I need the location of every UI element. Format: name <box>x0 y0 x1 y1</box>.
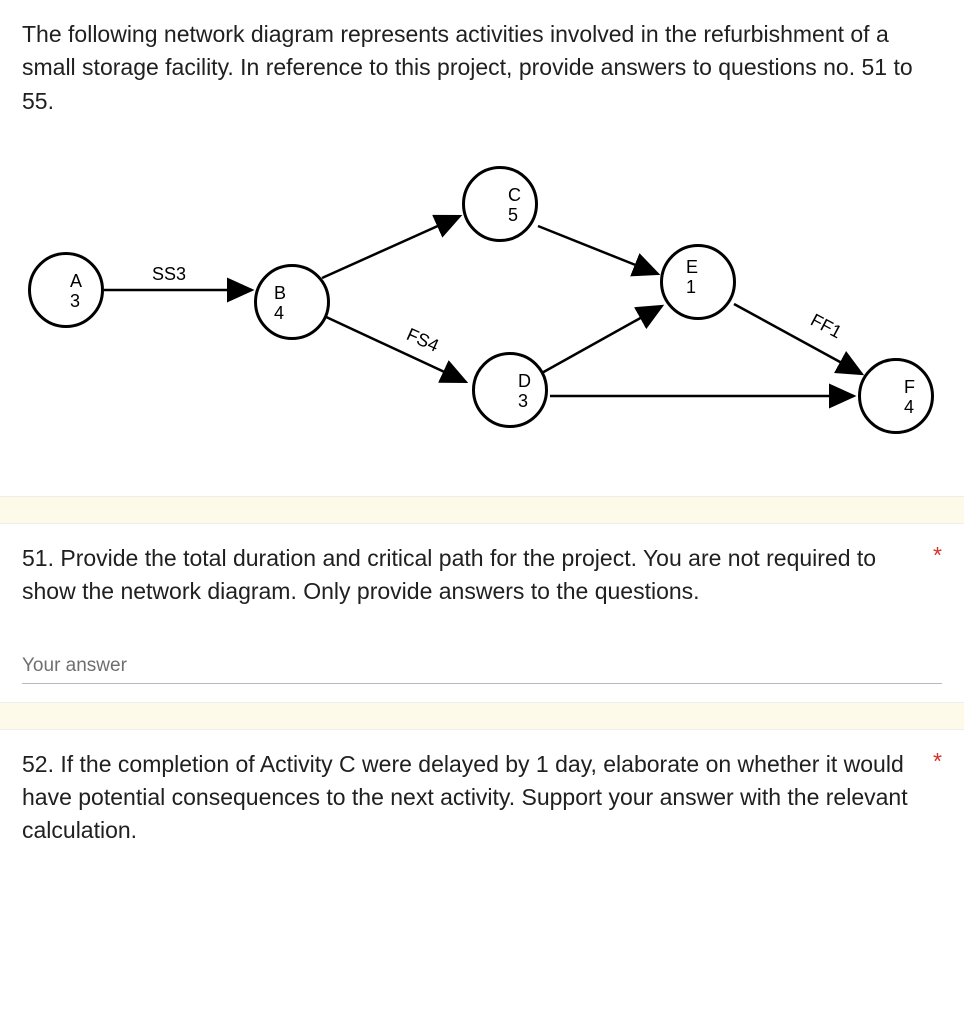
answer-field-q51 <box>22 649 942 684</box>
node-e-letter: E <box>686 258 698 278</box>
node-f-label: F 4 <box>904 378 915 418</box>
required-indicator: * <box>933 748 942 775</box>
node-e-label: E 1 <box>686 258 698 298</box>
answer-input-q51[interactable] <box>22 649 942 684</box>
node-d-duration: 3 <box>518 392 531 412</box>
section-divider <box>0 702 964 730</box>
node-a <box>28 252 104 328</box>
question-51-section: 51. Provide the total duration and criti… <box>0 524 964 702</box>
node-f <box>858 358 934 434</box>
network-diagram: A 3 B 4 C 5 D 3 E 1 F 4 <box>22 156 942 456</box>
node-b-duration: 4 <box>274 304 286 324</box>
question-52-text: 52. If the completion of Activity C were… <box>22 751 908 844</box>
node-b <box>254 264 330 340</box>
node-d-letter: D <box>518 372 531 392</box>
section-divider <box>0 496 964 524</box>
question-52-section: 52. If the completion of Activity C were… <box>0 730 964 866</box>
node-a-label: A 3 <box>70 272 82 312</box>
node-b-label: B 4 <box>274 284 286 324</box>
node-d <box>472 352 548 428</box>
node-a-letter: A <box>70 272 82 292</box>
node-c-letter: C <box>508 186 521 206</box>
node-a-duration: 3 <box>70 292 82 312</box>
node-c-duration: 5 <box>508 206 521 226</box>
network-diagram-container: A 3 B 4 C 5 D 3 E 1 F 4 <box>0 136 964 496</box>
node-e-duration: 1 <box>686 278 698 298</box>
node-f-letter: F <box>904 378 915 398</box>
node-c-label: C 5 <box>508 186 521 226</box>
node-c <box>462 166 538 242</box>
edge-label-ss3: SS3 <box>152 264 186 285</box>
question-51-text: 51. Provide the total duration and criti… <box>22 545 876 604</box>
node-b-letter: B <box>274 284 286 304</box>
node-d-label: D 3 <box>518 372 531 412</box>
intro-section: The following network diagram represents… <box>0 0 964 136</box>
node-f-duration: 4 <box>904 398 915 418</box>
required-indicator: * <box>933 542 942 569</box>
intro-text: The following network diagram represents… <box>22 18 942 118</box>
